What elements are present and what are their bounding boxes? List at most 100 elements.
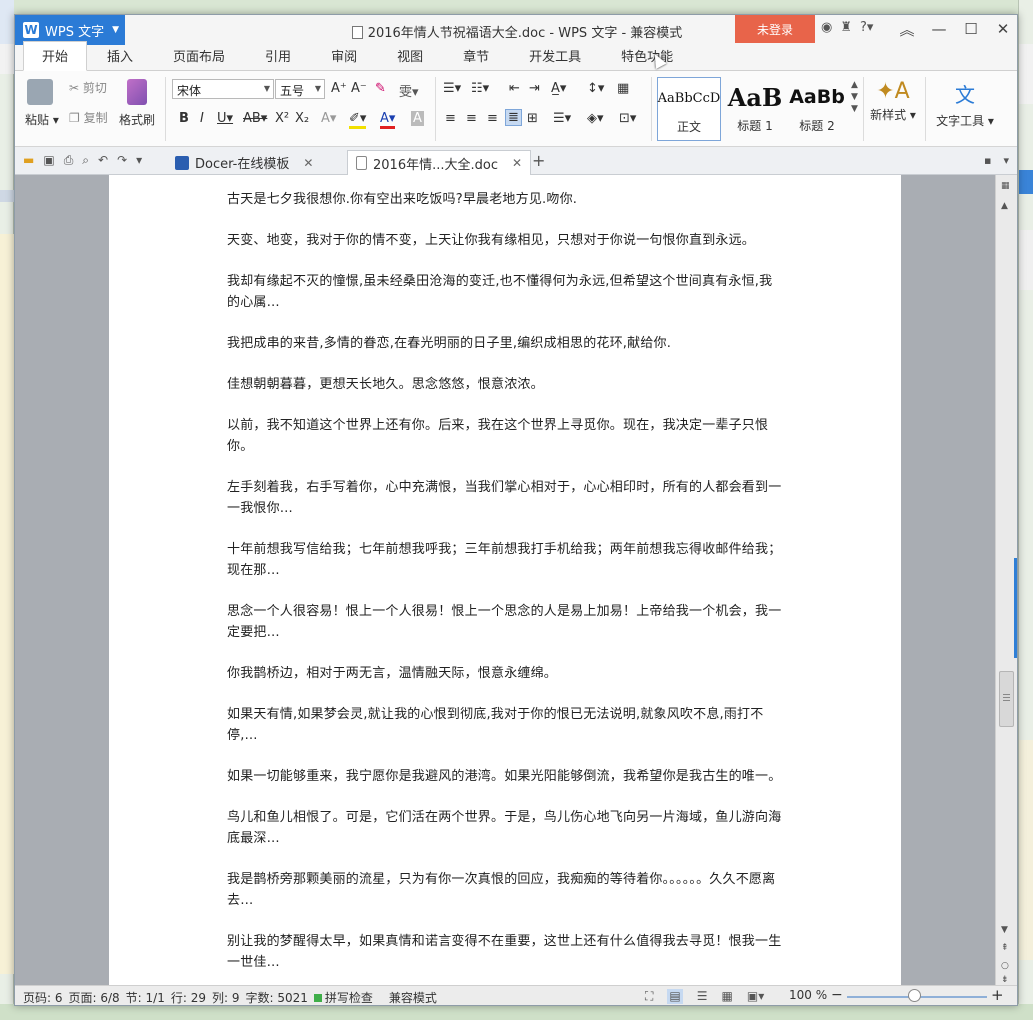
reading-view-icon[interactable]: ▣▾ [747, 989, 764, 1004]
paragraph[interactable]: 如果天有情,如果梦会灵,就让我的心恨到彻底,我对于你的恨已无法说明,就象风吹不息… [227, 704, 783, 746]
tab-special-features[interactable]: 特色功能 [601, 46, 693, 70]
tab-page-layout[interactable]: 页面布局 [153, 46, 245, 70]
maximize-button[interactable]: ☐ [955, 15, 987, 43]
paragraph[interactable]: 如果一切能够重来，我宁愿你是我避风的港湾。如果光阳能够倒流，我希望你是我古生的唯… [227, 766, 783, 787]
bullets-icon[interactable]: ☰▾ [443, 81, 461, 96]
redo-icon[interactable]: ↷ [117, 153, 127, 168]
spell-check-toggle[interactable]: 拼写检查 [313, 989, 373, 1005]
page-view-icon[interactable]: ▤ [667, 989, 683, 1004]
paragraph[interactable]: 天变、地变，我对于你的情不变，上天让你我有缘相见，只想对于你说一句恨你直到永远。 [227, 230, 783, 251]
char-shading-icon[interactable]: A [411, 111, 424, 126]
grow-font-icon[interactable]: A⁺ [331, 81, 347, 96]
skin-icon[interactable]: ◉ [821, 20, 832, 35]
paragraph[interactable]: 别让我的梦醒得太早，如果真情和诺言变得不在重要，这世上还有什么值得我去寻觅！恨我… [227, 931, 783, 973]
tab-menu-icon[interactable]: ▾ [1003, 154, 1009, 167]
shrink-font-icon[interactable]: A⁻ [351, 81, 367, 96]
tab-insert[interactable]: 插入 [87, 46, 153, 70]
minimize-button[interactable]: — [923, 15, 955, 43]
next-page-icon[interactable]: ⇟ [1001, 975, 1009, 985]
document-page[interactable]: 古天是七夕我很想你.你有空出来吃饭吗?早晨老地方见.吻你. 天变、地变，我对于你… [109, 175, 901, 985]
tab-docer-templates[interactable]: Docer-在线模板 ✕ [167, 150, 321, 175]
zoom-in-icon[interactable]: + [991, 986, 1004, 1004]
paragraph-shading-icon[interactable]: ◈▾ [587, 111, 604, 126]
paragraph[interactable]: 思念一个人很容易！恨上一个人很易！恨上一个思念的人是易上加易！上帝给我一个机会，… [227, 601, 783, 643]
font-color-icon[interactable]: A▾ [380, 111, 396, 129]
bold-icon[interactable]: B [179, 111, 189, 126]
save-icon[interactable]: ▣ [43, 153, 54, 168]
tab-review[interactable]: 审阅 [311, 46, 377, 70]
restore-pane-icon[interactable]: ▪ [984, 154, 991, 167]
open-folder-icon[interactable]: ▬ [23, 153, 34, 168]
previous-page-icon[interactable]: ⇞ [1001, 943, 1009, 953]
paragraph[interactable]: 左手刻着我，右手写着你，心中充满恨，当我们掌心相对于，心心相印时，所有的人都会看… [227, 477, 783, 519]
paragraph[interactable]: 佳想朝朝暮暮，更想天长地久。思念悠悠，恨意浓浓。 [227, 374, 783, 395]
style-normal[interactable]: AaBbCcD 正文 [657, 77, 721, 141]
scroll-up-arrow[interactable]: ▲ [1001, 201, 1008, 211]
format-painter-button[interactable]: 格式刷 [119, 79, 155, 128]
paragraph[interactable]: 十年前想我写信给我；七年前想我呼我；三年前想我打手机给我；两年前想我忘得收邮件给… [227, 539, 783, 581]
paste-button[interactable]: 粘贴 ▾ [25, 79, 59, 128]
copy-button[interactable]: ❐ 复制 [69, 109, 108, 126]
paragraph[interactable]: 古天是七夕我很想你.你有空出来吃饭吗?早晨老地方见.吻你. [227, 189, 783, 210]
underline-icon[interactable]: U▾ [217, 111, 233, 126]
sort-icon[interactable]: ↕▾ [587, 81, 604, 96]
customize-toolbar-icon[interactable]: ▾ [136, 153, 142, 168]
superscript-icon[interactable]: X² [275, 111, 289, 126]
phonetic-guide-icon[interactable]: 雯▾ [399, 81, 419, 100]
align-left-icon[interactable]: ≡ [445, 111, 456, 126]
zoom-level[interactable]: 100 % [789, 988, 827, 1002]
browse-object-icon[interactable]: ○ [1001, 961, 1009, 971]
paragraph[interactable]: 我把成串的来昔,多情的眷恋,在春光明丽的日子里,编织成相思的花环,献给你. [227, 333, 783, 354]
italic-icon[interactable]: I [200, 111, 204, 126]
close-icon[interactable]: ✕ [303, 156, 313, 170]
tab-references[interactable]: 引用 [245, 46, 311, 70]
ruler-toggle-icon[interactable]: ▦ [1001, 181, 1010, 191]
align-center-icon[interactable]: ≡ [466, 111, 477, 126]
style-heading-2[interactable]: AaBb 标题 2 [787, 77, 847, 141]
status-word-count[interactable]: 字数: 5021 [245, 989, 307, 1005]
fullscreen-view-icon[interactable]: ⛶ [645, 989, 653, 1004]
paragraph[interactable]: 以前，我不知道这个世界上还有你。后来，我在这个世界上寻觅你。现在，我决定一辈子只… [227, 415, 783, 457]
text-tools-button[interactable]: 文 文字工具 ▾ [933, 79, 997, 129]
help-icon[interactable]: ?▾ [860, 20, 873, 35]
tab-developer[interactable]: 开发工具 [509, 46, 601, 70]
shirt-icon[interactable]: ♜ [840, 20, 852, 35]
new-tab-icon[interactable]: + [532, 151, 545, 170]
undo-icon[interactable]: ↶ [98, 153, 108, 168]
close-button[interactable]: ✕ [987, 15, 1017, 43]
borders-icon[interactable]: ⊡▾ [619, 111, 636, 126]
highlight-icon[interactable]: ✐▾ [349, 111, 367, 129]
outline-view-icon[interactable]: ☰ [697, 989, 708, 1004]
new-style-button[interactable]: ✦A 新样式 ▾ [867, 79, 919, 123]
cut-button[interactable]: ✂ 剪切 [69, 79, 107, 96]
align-right-icon[interactable]: ≡ [487, 111, 498, 126]
decrease-indent-icon[interactable]: ⇤ [509, 81, 520, 96]
web-view-icon[interactable]: ▦ [722, 989, 733, 1004]
scroll-down-arrow[interactable]: ▼ [1001, 925, 1008, 935]
distributed-align-icon[interactable]: ⊞ [527, 111, 538, 126]
tab-view[interactable]: 视图 [377, 46, 443, 70]
text-effect-icon[interactable]: A▾ [321, 111, 336, 126]
paragraph[interactable]: 你我鹊桥边，相对于两无言，温情融天际，恨意永缠绵。 [227, 663, 783, 684]
subscript-icon[interactable]: X₂ [295, 111, 309, 126]
table-grid-icon[interactable]: ▦ [617, 81, 629, 96]
justify-icon[interactable]: ≣ [505, 109, 522, 126]
paragraph[interactable]: 我却有缘起不灭的憧憬,虽未经桑田沧海的变迁,也不懂得何为永远,但希望这个世间真有… [227, 271, 783, 313]
styles-scroll-icon[interactable]: ▲ ▼ ▼ [851, 79, 858, 115]
font-size-select[interactable]: 五号 ▼ [275, 79, 325, 99]
collapse-ribbon-icon[interactable]: ︽ [891, 15, 923, 43]
clear-format-icon[interactable]: ✎ [375, 81, 386, 96]
numbering-icon[interactable]: ☷▾ [471, 81, 489, 96]
tab-home[interactable]: 开始 [23, 41, 88, 71]
strikethrough-icon[interactable]: AB▾ [243, 111, 267, 126]
style-heading-1[interactable]: AaB 标题 1 [723, 77, 787, 141]
scrollbar-thumb[interactable] [999, 671, 1014, 727]
login-button[interactable]: 未登录 [735, 15, 815, 43]
zoom-slider-handle[interactable] [908, 989, 921, 1002]
char-scale-icon[interactable]: A̲▾ [551, 81, 566, 96]
tab-current-document[interactable]: 2016年情...大全.doc ✕ [347, 150, 532, 175]
increase-indent-icon[interactable]: ⇥ [529, 81, 540, 96]
close-icon[interactable]: ✕ [512, 156, 522, 170]
paragraph[interactable]: 鸟儿和鱼儿相恨了。可是，它们活在两个世界。于是，鸟儿伤心地飞向另一片海域，鱼儿游… [227, 807, 783, 849]
vertical-scrollbar[interactable]: ▦ ▲ ▼ ⇞ ○ ⇟ [995, 175, 1017, 985]
